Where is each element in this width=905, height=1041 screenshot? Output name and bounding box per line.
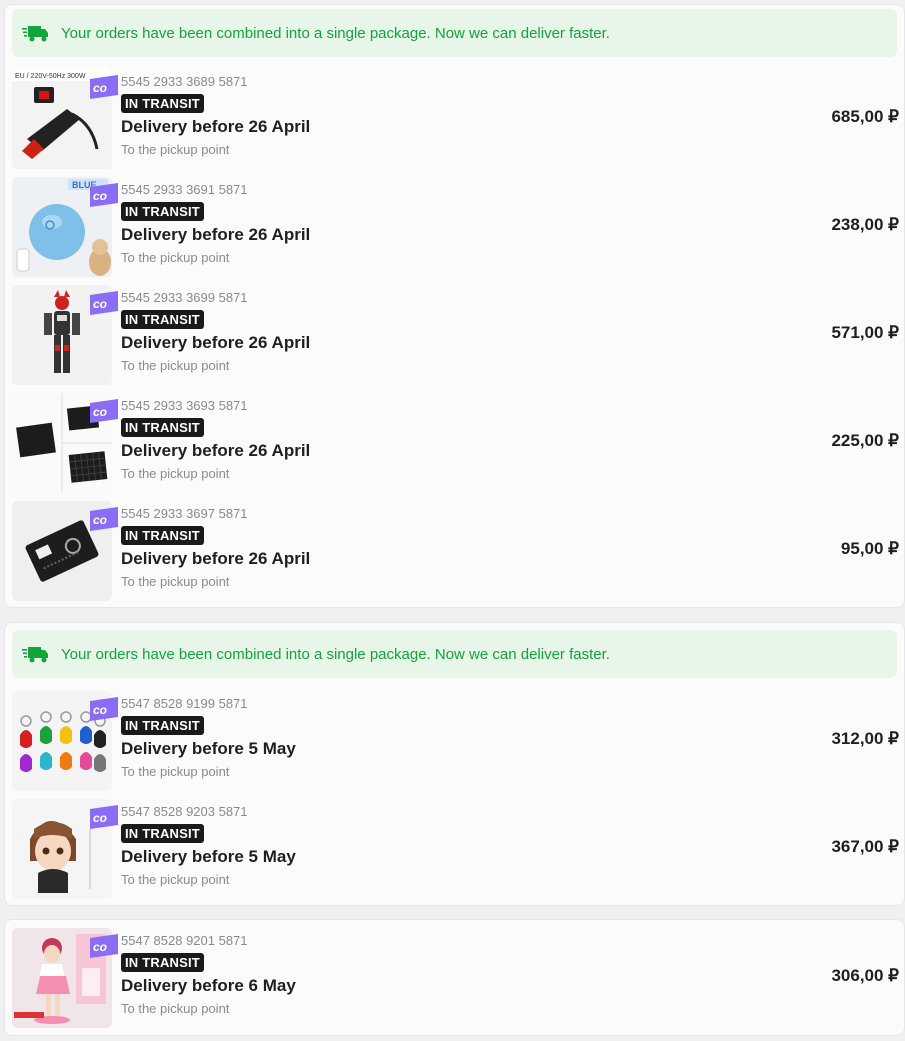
orders-page: Your orders have been combined into a si… xyxy=(0,0,905,1041)
coupon-flag-icon: co xyxy=(90,183,118,207)
status-badge: IN TRANSIT xyxy=(121,953,204,972)
order-item[interactable]: BLUE co 5545 2933 3691 5871 IN TRANSIT D… xyxy=(12,177,899,277)
order-item[interactable]: co 5545 2933 3699 5871 IN TRANSIT Delive… xyxy=(12,285,899,385)
order-price: 312,00 ₽ xyxy=(831,729,899,748)
delivery-date: Delivery before 5 May xyxy=(121,847,296,866)
coupon-flag-icon: co xyxy=(90,507,118,531)
svg-text:co: co xyxy=(93,297,107,311)
order-item[interactable]: co 5545 2933 3693 5871 IN TRANSIT Delive… xyxy=(12,393,899,493)
coupon-flag-icon: co xyxy=(90,75,118,99)
coupon-flag-icon: co xyxy=(90,934,118,958)
order-price: 367,00 ₽ xyxy=(831,837,899,856)
order-number: 5545 2933 3697 5871 xyxy=(121,506,248,521)
order-price: 95,00 ₽ xyxy=(840,539,899,558)
banner-message: Your orders have been combined into a si… xyxy=(61,645,610,663)
order-price: 238,00 ₽ xyxy=(831,215,899,234)
order-number: 5547 8528 9199 5871 xyxy=(121,696,248,711)
order-item[interactable]: co 5545 2933 3697 5871 IN TRANSIT Delive… xyxy=(12,501,899,601)
order-item[interactable]: co 5547 8528 9203 5871 IN TRANSIT Delive… xyxy=(12,799,899,899)
order-price: 571,00 ₽ xyxy=(831,323,899,342)
delivery-method: To the pickup point xyxy=(121,358,230,373)
order-item[interactable]: co 5547 8528 9199 5871 IN TRANSIT Delive… xyxy=(12,691,899,791)
svg-text:co: co xyxy=(93,513,107,527)
combined-package-banner: Your orders have been combined into a si… xyxy=(12,630,897,678)
svg-text:co: co xyxy=(93,811,107,825)
svg-text:co: co xyxy=(93,703,107,717)
delivery-date: Delivery before 26 April xyxy=(121,549,311,568)
delivery-method: To the pickup point xyxy=(121,142,230,157)
coupon-flag-icon: co xyxy=(90,291,118,315)
delivery-date: Delivery before 26 April xyxy=(121,225,311,244)
delivery-date: Delivery before 26 April xyxy=(121,117,311,136)
order-number: 5545 2933 3691 5871 xyxy=(121,182,248,197)
delivery-method: To the pickup point xyxy=(121,466,230,481)
delivery-date: Delivery before 5 May xyxy=(121,739,296,758)
status-badge: IN TRANSIT xyxy=(121,418,204,437)
svg-text:co: co xyxy=(93,940,107,954)
order-price: 306,00 ₽ xyxy=(831,966,899,985)
svg-text:co: co xyxy=(93,405,107,419)
status-badge: IN TRANSIT xyxy=(121,716,204,735)
svg-text:co: co xyxy=(93,81,107,95)
status-badge: IN TRANSIT xyxy=(121,202,204,221)
status-badge: IN TRANSIT xyxy=(121,824,204,843)
delivery-truck-icon xyxy=(22,23,50,43)
order-price: 225,00 ₽ xyxy=(831,431,899,450)
coupon-flag-icon: co xyxy=(90,399,118,423)
svg-text:co: co xyxy=(93,189,107,203)
delivery-method: To the pickup point xyxy=(121,872,230,887)
coupon-flag-icon: co xyxy=(90,805,118,829)
order-number: 5545 2933 3699 5871 xyxy=(121,290,248,305)
order-number: 5547 8528 9203 5871 xyxy=(121,804,248,819)
status-badge: IN TRANSIT xyxy=(121,310,204,329)
order-item[interactable]: EU / 220V-50Hz 300W co 5545 2933 3689 58… xyxy=(12,69,899,169)
delivery-date: Delivery before 26 April xyxy=(121,333,311,352)
delivery-truck-icon xyxy=(22,644,50,664)
order-number: 5545 2933 3693 5871 xyxy=(121,398,248,413)
delivery-method: To the pickup point xyxy=(121,1001,230,1016)
delivery-method: To the pickup point xyxy=(121,574,230,589)
order-number: 5547 8528 9201 5871 xyxy=(121,933,248,948)
order-number: 5545 2933 3689 5871 xyxy=(121,74,248,89)
order-price: 685,00 ₽ xyxy=(831,107,899,126)
package-card: Your orders have been combined into a si… xyxy=(4,622,905,906)
coupon-flag-icon: co xyxy=(90,697,118,721)
delivery-date: Delivery before 26 April xyxy=(121,441,311,460)
package-card: co 5547 8528 9201 5871 IN TRANSIT Delive… xyxy=(4,919,905,1036)
status-badge: IN TRANSIT xyxy=(121,94,204,113)
delivery-method: To the pickup point xyxy=(121,764,230,779)
delivery-date: Delivery before 6 May xyxy=(121,976,296,995)
package-card: Your orders have been combined into a si… xyxy=(4,4,905,608)
banner-message: Your orders have been combined into a si… xyxy=(61,24,610,42)
delivery-method: To the pickup point xyxy=(121,250,230,265)
combined-package-banner: Your orders have been combined into a si… xyxy=(12,9,897,57)
status-badge: IN TRANSIT xyxy=(121,526,204,545)
image-text: EU / 220V-50Hz 300W xyxy=(15,73,86,80)
order-item[interactable]: co 5547 8528 9201 5871 IN TRANSIT Delive… xyxy=(12,928,899,1028)
